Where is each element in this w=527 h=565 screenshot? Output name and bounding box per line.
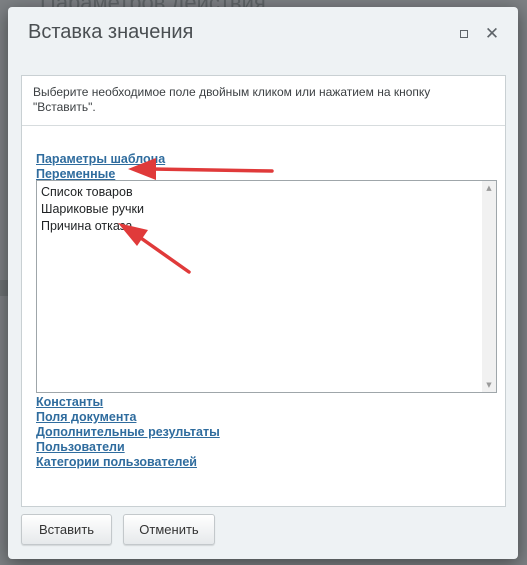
insert-value-dialog: Вставка значения ✕ Выберите необходимое … bbox=[8, 7, 518, 559]
instruction-line-1: Выберите необходимое поле двойным кликом… bbox=[33, 85, 431, 99]
dialog-content: Выберите необходимое поле двойным кликом… bbox=[21, 75, 506, 507]
instruction-line-2: "Вставить". bbox=[33, 100, 96, 114]
list-item[interactable]: Причина отказа bbox=[41, 218, 144, 235]
variables-listbox[interactable]: Список товаров Шариковые ручки Причина о… bbox=[36, 180, 497, 393]
dialog-title: Вставка значения bbox=[28, 21, 194, 43]
scroll-up-icon[interactable]: ▲ bbox=[482, 181, 496, 195]
list-item[interactable]: Шариковые ручки bbox=[41, 201, 144, 218]
maximize-icon[interactable] bbox=[454, 24, 474, 44]
link-additional-results[interactable]: Дополнительные результаты bbox=[36, 425, 220, 440]
link-constants[interactable]: Константы bbox=[36, 395, 220, 410]
link-users[interactable]: Пользователи bbox=[36, 440, 220, 455]
link-document-fields[interactable]: Поля документа bbox=[36, 410, 220, 425]
instruction-text: Выберите необходимое поле двойным кликом… bbox=[22, 76, 505, 126]
list-item[interactable]: Список товаров bbox=[41, 184, 144, 201]
insert-button[interactable]: Вставить bbox=[21, 514, 112, 545]
category-links-bottom: Константы Поля документа Дополнительные … bbox=[36, 395, 220, 470]
listbox-items: Список товаров Шариковые ручки Причина о… bbox=[41, 184, 144, 235]
category-links-top: Параметры шаблона Переменные bbox=[36, 152, 165, 182]
scroll-down-icon[interactable]: ▼ bbox=[482, 378, 496, 392]
listbox-scrollbar[interactable]: ▲ ▼ bbox=[482, 181, 496, 392]
dialog-footer: Вставить Отменить bbox=[8, 507, 518, 559]
cancel-button[interactable]: Отменить bbox=[123, 514, 215, 545]
close-icon[interactable]: ✕ bbox=[482, 24, 502, 44]
link-template-parameters[interactable]: Параметры шаблона bbox=[36, 152, 165, 167]
link-user-categories[interactable]: Категории пользователей bbox=[36, 455, 220, 470]
dialog-titlebar[interactable]: Вставка значения ✕ bbox=[8, 7, 518, 63]
